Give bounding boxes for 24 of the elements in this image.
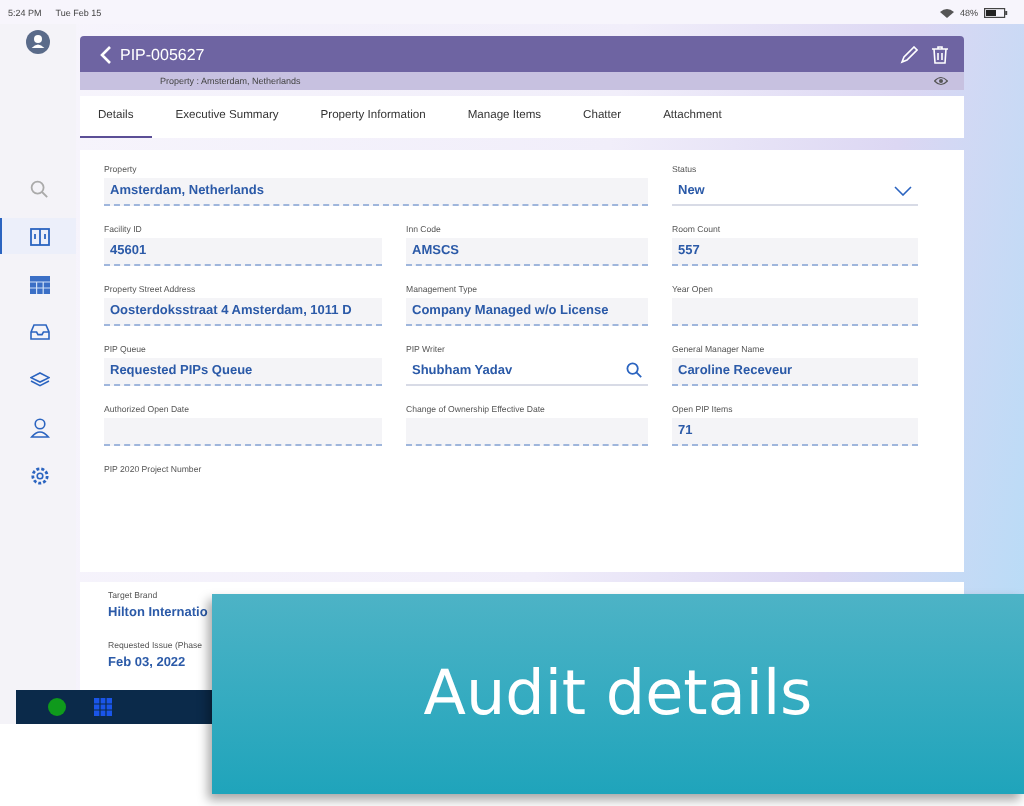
input-field[interactable] — [406, 417, 648, 446]
record-title: PIP-005627 — [120, 45, 205, 64]
chevron-icon — [894, 185, 912, 196]
layers-icon — [29, 372, 49, 388]
inbox-icon — [29, 324, 49, 340]
grid-icon[interactable] — [94, 697, 112, 716]
search-icon — [626, 362, 642, 379]
trash-icon[interactable] — [932, 45, 948, 64]
calendar-icon — [29, 275, 49, 293]
input-field[interactable] — [104, 417, 382, 446]
eye-icon[interactable] — [934, 76, 948, 87]
input-field[interactable] — [672, 297, 918, 326]
banner-title: Audit details — [423, 658, 813, 730]
back-icon[interactable] — [100, 45, 112, 64]
status-dot-icon[interactable] — [48, 697, 66, 716]
avatar-icon[interactable] — [26, 30, 50, 54]
settings-icon — [29, 466, 49, 486]
edit-icon[interactable] — [900, 45, 918, 64]
book-icon — [29, 227, 49, 245]
wifi-icon — [939, 7, 954, 17]
search-icon — [30, 179, 48, 197]
sidebar-item[interactable] — [0, 218, 76, 254]
battery-icon — [984, 7, 1008, 17]
person-icon — [29, 418, 49, 438]
